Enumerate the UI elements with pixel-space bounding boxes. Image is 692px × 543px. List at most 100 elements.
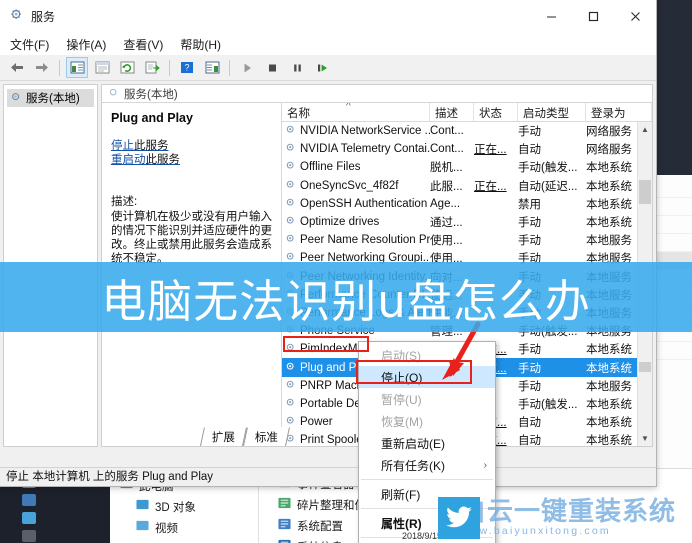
stop-service-link[interactable]: 停止此服务 xyxy=(111,139,272,153)
restart-service-link[interactable]: 重启动此服务 xyxy=(111,153,272,167)
stop-link-suffix: 此服务 xyxy=(134,140,169,152)
pause-service-icon[interactable] xyxy=(286,57,308,78)
service-detail-title: Plug and Play xyxy=(111,111,193,125)
context-menu-item-5[interactable]: 所有任务(K) › xyxy=(359,454,495,476)
column-header-name[interactable]: 名称 ^ xyxy=(282,103,430,121)
export-list-icon[interactable] xyxy=(141,57,163,78)
minimize-button[interactable] xyxy=(530,0,572,33)
show-action-pane-icon[interactable] xyxy=(201,57,223,78)
cell-service-name: NVIDIA Telemetry Contai... xyxy=(282,142,430,156)
menu-item-0[interactable]: 文件(F) xyxy=(10,36,49,53)
table-row[interactable]: Offline Files 脱机... 手动(触发... 本地系统 xyxy=(282,158,637,176)
cell-logon-as: 本地系统 xyxy=(586,362,632,375)
menu-item-2[interactable]: 查看(V) xyxy=(123,36,163,53)
table-row[interactable]: OpenSSH Authentication ... Age... 禁用 本地系统 xyxy=(282,195,637,213)
maximize-button[interactable] xyxy=(572,0,614,33)
banner-title: 电脑无法识别u盘怎么办 xyxy=(101,274,591,328)
msconfig-icon xyxy=(278,518,291,533)
description-label: 描述: xyxy=(111,196,138,208)
cell-logon-as: 本地系统 xyxy=(586,398,632,411)
close-button[interactable] xyxy=(614,0,656,33)
overlay-banner: 电脑无法识别u盘怎么办 xyxy=(0,262,692,332)
services-gear-icon xyxy=(285,124,296,138)
tab-0[interactable]: 扩展 xyxy=(199,427,248,446)
context-menu-item-4[interactable]: 重新启动(E) xyxy=(359,432,495,454)
context-menu-item-label: 刷新(F) xyxy=(381,487,421,502)
scroll-up-icon[interactable]: ▲ xyxy=(638,122,652,137)
stop-link-text: 停止 xyxy=(111,140,134,152)
cell-logon-as: 网络服务 xyxy=(586,126,632,139)
sort-ascending-icon: ^ xyxy=(346,103,351,112)
service-name-label: NVIDIA Telemetry Contai... xyxy=(300,143,430,156)
services-gear-icon xyxy=(285,215,296,229)
refresh-icon[interactable] xyxy=(116,57,138,78)
item-label: 系统信息 xyxy=(297,539,343,543)
list-item[interactable]: 3D 对象 xyxy=(120,496,250,517)
column-header-startup-type[interactable]: 启动类型 xyxy=(518,103,586,121)
sysinfo-icon xyxy=(278,539,291,543)
service-name-label: OneSyncSvc_4f82f xyxy=(300,179,399,192)
cell-logon-as: 本地系统 xyxy=(586,417,632,430)
highlight-box-plug-and-play-row xyxy=(283,336,369,352)
cell-logon-as: 本地系统 xyxy=(586,198,632,211)
back-arrow-icon[interactable] xyxy=(6,57,28,78)
cell-service-name: Peer Name Resolution Pr... xyxy=(282,233,430,247)
scroll-down-icon[interactable]: ▼ xyxy=(638,431,652,446)
column-header-logon-as[interactable]: 登录为 xyxy=(586,103,652,121)
table-row[interactable]: OneSyncSvc_4f82f 此服... 正在... 自动(延迟... 本地系统 xyxy=(282,177,637,195)
scrollbar-thumb[interactable] xyxy=(639,180,651,204)
list-column-headers[interactable]: 名称 ^ 描述 状态 启动类型 登录为 xyxy=(282,103,652,122)
table-row[interactable]: NVIDIA Telemetry Contai... Cont... 正在... 自动… xyxy=(282,140,637,158)
stop-service-icon[interactable] xyxy=(261,57,283,78)
restart-link-text: 重启动 xyxy=(111,154,146,166)
service-name-label: Power xyxy=(300,416,333,429)
restart-service-icon[interactable] xyxy=(311,57,333,78)
context-menu-item-label: 暂停(U) xyxy=(381,392,422,407)
context-menu-item-3: 恢复(M) xyxy=(359,410,495,432)
title-bar[interactable]: 服务 xyxy=(0,0,656,33)
folder-3d-icon xyxy=(136,499,149,514)
view-tabs[interactable]: 扩展 标准 xyxy=(199,427,291,446)
service-name-label: Offline Files xyxy=(300,161,361,174)
menu-separator xyxy=(361,479,493,480)
services-gear-icon xyxy=(285,397,296,411)
table-row[interactable]: NVIDIA NetworkService ... Cont... 手动 网络服务 xyxy=(282,122,637,140)
pane-header: 服务(本地) xyxy=(102,85,652,103)
taskbar-icon-other[interactable] xyxy=(22,530,36,542)
start-service-icon[interactable] xyxy=(236,57,258,78)
cell-logon-as: 本地系统 xyxy=(586,344,632,357)
list-item[interactable]: 视频 xyxy=(120,517,250,538)
taskbar-icon-display[interactable] xyxy=(22,494,36,506)
services-window: 服务 文件(F) 操作(A) 查看(V) 帮助(H) ? 服务(本地) 服务(本… xyxy=(0,0,657,487)
cell-description: Cont... xyxy=(430,143,464,156)
svg-text:?: ? xyxy=(184,63,189,73)
column-header-status[interactable]: 状态 xyxy=(474,103,518,121)
highlight-box-stop-menu-item xyxy=(356,360,472,384)
forward-arrow-icon[interactable] xyxy=(31,57,53,78)
sidebar-item-services-local[interactable]: 服务(本地) xyxy=(7,89,94,107)
properties-icon[interactable] xyxy=(91,57,113,78)
scrollbar-thumb-secondary[interactable] xyxy=(639,362,651,372)
table-row[interactable]: Peer Name Resolution Pr... 使用... 手动 本地服务 xyxy=(282,231,637,249)
table-row[interactable]: Optimize drives 通过... 手动 本地系统 xyxy=(282,213,637,231)
service-name-label: OpenSSH Authentication ... xyxy=(300,197,430,210)
context-menu-item-label: 属性(R) xyxy=(381,516,422,531)
twitter-bird-icon xyxy=(438,497,480,539)
cell-startup-type: 自动(延迟... xyxy=(518,180,578,193)
column-header-description[interactable]: 描述 xyxy=(430,103,474,121)
menu-item-1[interactable]: 操作(A) xyxy=(66,36,106,53)
service-name-label: Peer Name Resolution Pr... xyxy=(300,234,430,247)
cell-logon-as: 本地系统 xyxy=(586,180,632,193)
menu-bar[interactable]: 文件(F) 操作(A) 查看(V) 帮助(H) xyxy=(0,33,656,55)
tab-1[interactable]: 标准 xyxy=(242,427,291,446)
item-label: 系统配置 xyxy=(297,520,343,533)
screenshot-root: KBKBKBKBKB快捷方式KB快捷方式2 KB快捷方式2 KB快捷方式2 KB… xyxy=(0,0,692,543)
taskbar-icon-generic[interactable] xyxy=(22,512,36,524)
description-text: 使计算机在极少或没有用户输入的情况下能识别并适应硬件的更改。终止或禁用此服务会造… xyxy=(111,211,272,265)
services-gear-icon xyxy=(108,87,119,101)
tab-label: 扩展 xyxy=(211,432,235,444)
help-icon[interactable]: ? xyxy=(176,57,198,78)
toolbar[interactable]: ? xyxy=(0,55,656,81)
show-hide-tree-icon[interactable] xyxy=(66,57,88,78)
menu-item-3[interactable]: 帮助(H) xyxy=(180,36,221,53)
